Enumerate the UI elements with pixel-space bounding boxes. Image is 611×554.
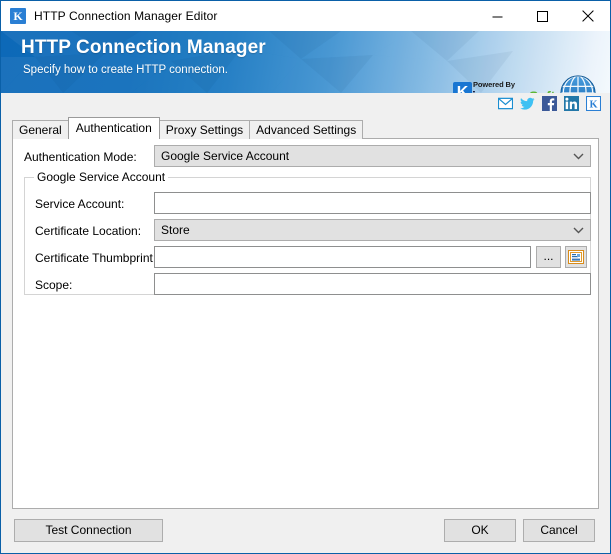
http-connection-manager-editor-window: K HTTP Connection Manager Editor HTTP Co…: [0, 0, 611, 554]
footer-bar: Test Connection OK Cancel: [1, 509, 610, 553]
scope-input[interactable]: [154, 273, 591, 295]
service-account-label: Service Account:: [35, 197, 125, 211]
certificate-thumbprint-label: Certificate Thumbprint:: [35, 251, 157, 265]
chevron-down-icon: [573, 146, 584, 166]
email-icon[interactable]: [498, 96, 513, 111]
kingswaysoft-logo: K Powered By ingsway Soft: [453, 79, 555, 93]
certificate-location-dropdown[interactable]: Store: [154, 219, 591, 241]
social-links: K: [498, 96, 601, 111]
kingswaysoft-logo-k-icon: K: [453, 82, 472, 93]
certificate-thumbprint-input[interactable]: [154, 246, 531, 268]
tab-proxy-settings[interactable]: Proxy Settings: [158, 120, 251, 139]
kingswaysoft-logo-k-letter: K: [456, 84, 469, 93]
window-controls: [475, 1, 610, 31]
tab-general[interactable]: General: [12, 120, 69, 139]
scope-label: Scope:: [35, 278, 73, 292]
certificate-thumbprint-browse-button[interactable]: ...: [536, 246, 561, 268]
title-icon-letter: K: [13, 9, 23, 23]
service-account-input[interactable]: [154, 192, 591, 214]
facebook-icon[interactable]: [542, 96, 557, 111]
ok-button[interactable]: OK: [444, 519, 516, 542]
kingswaysoft-k-icon: K: [10, 8, 26, 24]
certificate-location-label: Certificate Location:: [35, 224, 142, 238]
linkedin-icon[interactable]: [564, 96, 579, 111]
banner-subtitle: Specify how to create HTTP connection.: [23, 64, 228, 76]
expression-editor-button[interactable]: [565, 246, 587, 268]
twitter-icon[interactable]: [520, 96, 535, 111]
maximize-button[interactable]: [520, 1, 565, 31]
authentication-mode-value: Google Service Account: [161, 149, 290, 163]
expression-editor-icon: [568, 250, 584, 264]
chevron-down-icon: [573, 220, 584, 240]
minimize-button[interactable]: [475, 1, 520, 31]
social-links-bar: K: [1, 93, 610, 118]
tab-authentication[interactable]: Authentication: [67, 117, 160, 139]
cancel-button[interactable]: Cancel: [523, 519, 595, 542]
banner-title: HTTP Connection Manager: [21, 37, 266, 58]
kingswaysoft-icon[interactable]: K: [586, 96, 601, 111]
tab-advanced-settings[interactable]: Advanced Settings: [249, 120, 364, 139]
title-bar: K HTTP Connection Manager Editor: [1, 1, 610, 31]
certificate-location-value: Store: [161, 223, 190, 237]
authentication-tab-panel: Authentication Mode: Google Service Acco…: [12, 138, 599, 509]
authentication-mode-dropdown[interactable]: Google Service Account: [154, 145, 591, 167]
tab-bar: General Authentication Proxy Settings Ad…: [12, 117, 599, 139]
globe-icon: [560, 75, 596, 93]
authentication-mode-label: Authentication Mode:: [24, 150, 137, 164]
svg-text:K: K: [589, 99, 597, 110]
groupbox-title: Google Service Account: [34, 170, 169, 184]
window-title: HTTP Connection Manager Editor: [34, 9, 218, 23]
test-connection-button[interactable]: Test Connection: [14, 519, 163, 542]
close-button[interactable]: [565, 1, 610, 31]
header-banner: HTTP Connection Manager Specify how to c…: [1, 31, 610, 93]
